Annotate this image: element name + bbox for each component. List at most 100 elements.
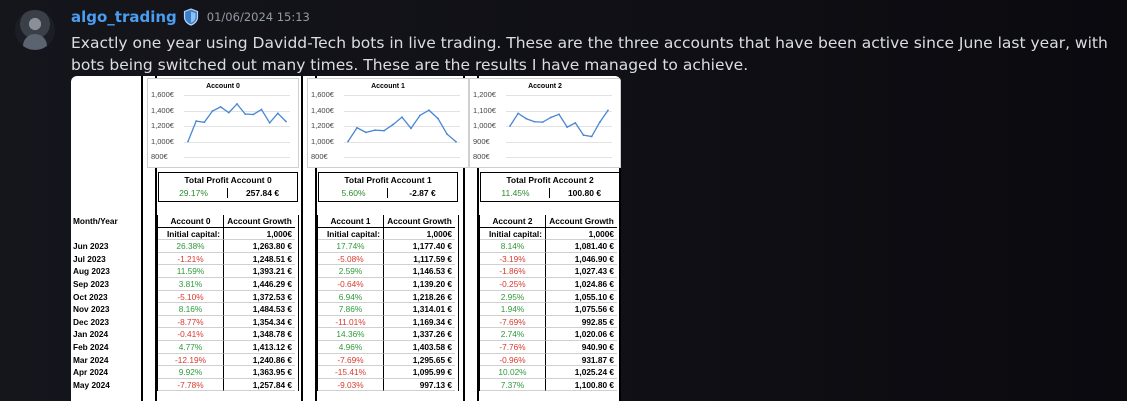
- table-header-row: Account 0 Account Growth: [158, 215, 298, 228]
- table-cell: -0.41%: [158, 328, 224, 341]
- table-cell: 1,081.40 €: [546, 240, 617, 253]
- table-cell: 3.81%: [158, 277, 224, 291]
- series-line: [347, 109, 457, 143]
- data-point: [347, 140, 349, 143]
- data-point: [566, 126, 569, 129]
- table-row: 6.94% 1,218.26 €: [318, 290, 458, 304]
- table-cell: 1,025.24 €: [546, 366, 617, 379]
- spreadsheet-image[interactable]: Month/Year Jun 2023 Jul 2023 Aug 2023 Sep 2…: [71, 76, 621, 401]
- data-point: [509, 125, 511, 127]
- data-point: [187, 140, 189, 143]
- table-cell: -0.64%: [318, 277, 384, 291]
- month-label: May 2024: [73, 379, 110, 390]
- table-cell: 1,248.51 €: [224, 253, 295, 266]
- total-profit-amount: -2.87 €: [387, 188, 457, 198]
- table-header-row: Account 1 Account Growth: [318, 215, 458, 228]
- table-cell: 11.59%: [158, 265, 224, 278]
- data-point: [401, 116, 403, 119]
- table-cell: 6.94%: [318, 290, 384, 304]
- table-cell: Account 1: [318, 215, 384, 228]
- table-row: 1.94% 1,075.56 €: [480, 303, 620, 316]
- total-profit-percent: 11.45%: [501, 188, 530, 198]
- table-cell: 1,146.53 €: [384, 265, 455, 278]
- table-row: -3.19% 1,046.90 €: [480, 252, 620, 266]
- table-row: 26.38% 1,263.80 €: [158, 240, 298, 253]
- data-point: [195, 120, 198, 122]
- table-cell: -1.86%: [480, 265, 546, 278]
- table-cell: 1,000€: [384, 228, 455, 241]
- table-cell: 997.13 €: [384, 379, 455, 392]
- account-table: Account 2 Account Growth Initial capital: 1…: [479, 215, 621, 392]
- month-label: Jun 2023: [73, 241, 109, 252]
- month-label: Oct 2023: [73, 291, 108, 302]
- table-cell: Initial capital:: [480, 227, 546, 241]
- total-profit-amount: 257.84 €: [227, 188, 297, 198]
- table-cell: 1,413.12 €: [224, 341, 295, 354]
- data-point: [244, 113, 247, 115]
- table-cell: -8.77%: [158, 315, 224, 329]
- chart-plot: [187, 102, 287, 143]
- table-cell: -0.96%: [480, 353, 546, 367]
- data-point: [219, 106, 222, 108]
- table-row: -11.01% 1,169.34 €: [318, 315, 458, 329]
- username[interactable]: algo_trading: [71, 8, 177, 26]
- total-profit-percent: 5.60%: [341, 188, 366, 198]
- timestamp: 01/06/2024 15:13: [206, 10, 310, 24]
- month-label: Dec 2023: [73, 316, 109, 327]
- table-cell: 1,020.06 €: [546, 328, 617, 341]
- data-point: [607, 109, 609, 112]
- month-label: Aug 2023: [73, 266, 110, 277]
- table-cell: 992.85 €: [546, 316, 617, 329]
- line-chart-account-2: Account 2 1,200€ 1,100€ 1,000€ 900€ 800€: [469, 78, 621, 168]
- table-cell: 1,363.95 €: [224, 366, 295, 379]
- table-cell: -12.19%: [158, 353, 224, 367]
- table-row: 4.77% 1,413.12 €: [158, 340, 298, 354]
- table-cell: 17.74%: [318, 240, 384, 253]
- initial-capital-row: Initial capital: 1,000€: [318, 227, 458, 241]
- data-point: [574, 121, 577, 124]
- table-cell: 10.02%: [480, 366, 546, 379]
- table-cell: 1,169.34 €: [384, 316, 455, 329]
- message-header: algo_trading 01/06/2024 15:13: [71, 8, 310, 26]
- table-cell: 1,484.53 €: [224, 303, 295, 316]
- data-point: [252, 113, 255, 116]
- table-cell: 1.94%: [480, 303, 546, 316]
- table-cell: 1,046.90 €: [546, 253, 617, 266]
- data-point: [211, 110, 214, 112]
- table-row: -0.25% 1,024.86 €: [480, 277, 620, 291]
- table-cell: -5.08%: [318, 252, 384, 266]
- table-cell: 1,337.26 €: [384, 328, 455, 341]
- table-row: -1.86% 1,027.43 €: [480, 265, 620, 278]
- table-cell: 931.87 €: [546, 354, 617, 367]
- data-point: [590, 135, 593, 138]
- data-point: [285, 120, 287, 123]
- table-row: -7.69% 1,295.65 €: [318, 353, 458, 367]
- table-cell: 1,295.65 €: [384, 354, 455, 367]
- shield-badge-icon[interactable]: [183, 8, 199, 26]
- table-cell: -11.01%: [318, 315, 384, 329]
- avatar[interactable]: [15, 10, 55, 50]
- table-cell: 8.14%: [480, 240, 546, 253]
- data-point: [392, 123, 394, 126]
- table-row: 14.36% 1,337.26 €: [318, 328, 458, 341]
- data-point: [374, 129, 376, 132]
- line-chart-account-0: Account 0 1,600€ 1,400€ 1,200€ 1,000€ 800€: [147, 78, 299, 168]
- data-point: [455, 140, 457, 143]
- line-chart-account-1: Account 1 1,600€ 1,400€ 1,200€ 1,000€ 800€: [307, 78, 469, 168]
- data-point: [419, 114, 421, 117]
- month-label: Mar 2024: [73, 354, 109, 365]
- table-row: -9.03% 997.13 €: [318, 378, 458, 392]
- data-point: [410, 127, 412, 130]
- table-cell: 1,000€: [546, 228, 617, 241]
- data-point: [446, 133, 448, 135]
- total-profit-box: Total Profit Account 0 29.17% 257.84 €: [158, 172, 298, 202]
- month-column: Month/Year Jun 2023 Jul 2023 Aug 2023 Sep 2…: [73, 215, 139, 391]
- initial-capital-row: Initial capital: 1,000€: [480, 227, 620, 241]
- table-cell: 1,075.56 €: [546, 303, 617, 316]
- chart-plot: [347, 109, 457, 143]
- column-divider: [301, 76, 303, 401]
- account-table: Account 1 Account Growth Initial capital: 1…: [317, 215, 459, 392]
- account-table: Account 0 Account Growth Initial capital: 1…: [157, 215, 299, 392]
- table-cell: 1,024.86 €: [546, 278, 617, 291]
- table-cell: 1,403.58 €: [384, 341, 455, 354]
